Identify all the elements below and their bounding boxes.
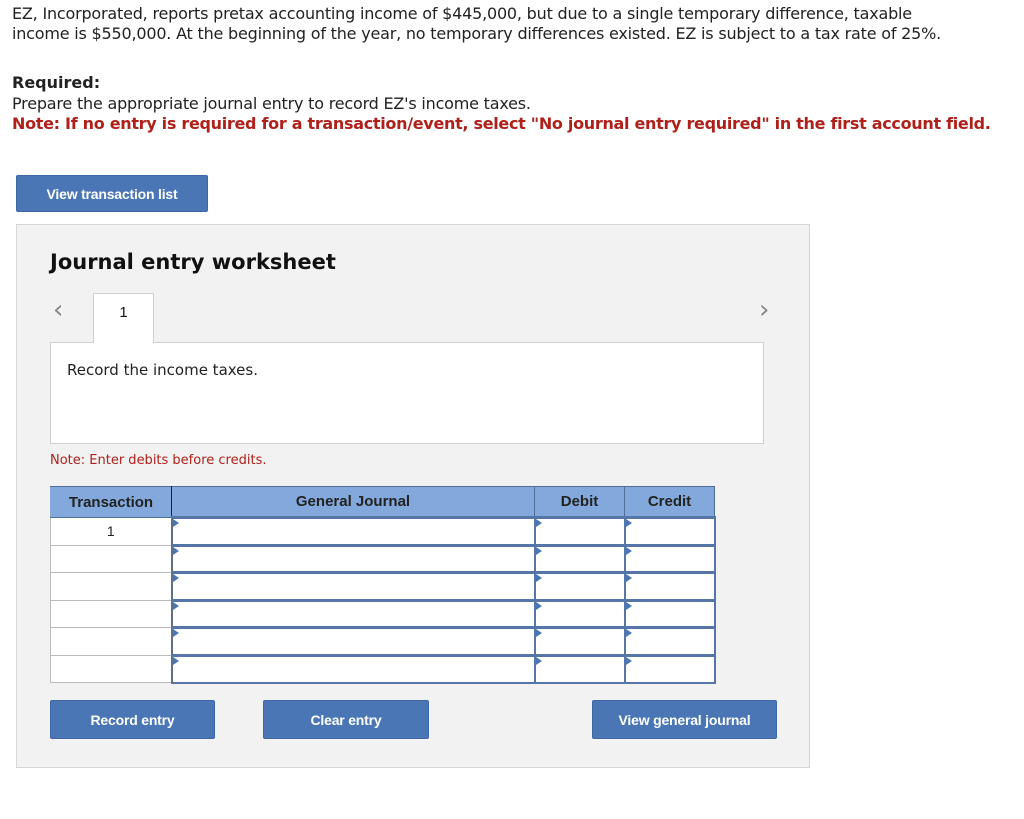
journal-header-row: Transaction General Journal Debit Credit [50, 486, 715, 518]
credit-field-cell [623, 626, 716, 656]
header-credit: Credit [624, 486, 715, 518]
dropdown-marker-icon [172, 656, 179, 665]
debit-field[interactable] [536, 547, 624, 572]
required-text: Prepare the appropriate journal entry to… [12, 94, 531, 113]
account-field-cell [170, 626, 536, 656]
account-field[interactable] [173, 657, 534, 682]
transaction-cell [50, 545, 173, 573]
account-field[interactable] [173, 547, 534, 572]
problem-line-2: income is $550,000. At the beginning of … [12, 24, 942, 43]
transaction-cell [50, 572, 173, 601]
credit-field-cell [623, 543, 716, 574]
debit-field-cell [533, 626, 626, 656]
debit-field[interactable] [536, 574, 624, 599]
record-entry-button[interactable]: Record entry [50, 700, 215, 739]
required-label: Required: [12, 73, 101, 92]
header-general-journal: General Journal [171, 486, 535, 518]
debit-field-cell [533, 653, 626, 684]
entry-description-box: Record the income taxes. [50, 342, 764, 444]
credit-field[interactable] [626, 629, 714, 654]
table-row [50, 571, 716, 601]
dropdown-marker-icon [535, 629, 542, 637]
dropdown-marker-icon [172, 519, 179, 527]
journal-entry-worksheet: Journal entry worksheet ‹ 1 › Record the… [16, 224, 810, 768]
account-field[interactable] [173, 629, 534, 654]
debit-field[interactable] [536, 629, 624, 654]
problem-statement: EZ, Incorporated, reports pretax account… [12, 4, 1012, 44]
transaction-cell: 1 [50, 517, 173, 546]
dropdown-marker-icon [172, 629, 179, 637]
account-field[interactable] [173, 519, 534, 544]
credit-field-cell [623, 571, 716, 601]
account-field-cell [170, 653, 536, 684]
entry-description: Record the income taxes. [67, 361, 258, 379]
table-row [50, 543, 716, 574]
dropdown-marker-icon [625, 601, 632, 610]
debit-field[interactable] [536, 519, 624, 544]
header-debit: Debit [534, 486, 625, 518]
table-row: 1 [50, 516, 716, 546]
chevron-right-icon[interactable]: › [759, 297, 769, 323]
credit-field[interactable] [626, 602, 714, 627]
worksheet-title: Journal entry worksheet [50, 250, 336, 274]
dropdown-marker-icon [535, 519, 542, 527]
dropdown-marker-icon [535, 601, 542, 610]
credit-field[interactable] [626, 657, 714, 682]
transaction-cell [50, 627, 173, 656]
credit-field[interactable] [626, 574, 714, 599]
chevron-left-icon[interactable]: ‹ [53, 297, 63, 323]
debit-field-cell [533, 516, 626, 546]
dropdown-marker-icon [625, 546, 632, 555]
dropdown-marker-icon [535, 546, 542, 555]
account-field-cell [170, 516, 536, 546]
debit-field[interactable] [536, 602, 624, 627]
dropdown-marker-icon [625, 519, 632, 527]
debit-field-cell [533, 571, 626, 601]
table-row [50, 598, 716, 629]
account-field[interactable] [173, 574, 534, 599]
table-row [50, 653, 716, 684]
required-note: Note: If no entry is required for a tran… [12, 114, 991, 133]
dropdown-marker-icon [172, 546, 179, 555]
credit-field[interactable] [626, 547, 714, 572]
view-transaction-list-button[interactable]: View transaction list [16, 175, 208, 212]
view-general-journal-button[interactable]: View general journal [592, 700, 777, 739]
debit-field[interactable] [536, 657, 624, 682]
debits-note: Note: Enter debits before credits. [50, 453, 267, 468]
table-row [50, 626, 716, 656]
dropdown-marker-icon [625, 574, 632, 582]
dropdown-marker-icon [625, 629, 632, 637]
problem-line-1: EZ, Incorporated, reports pretax account… [12, 4, 912, 23]
dropdown-marker-icon [625, 656, 632, 665]
credit-field-cell [623, 516, 716, 546]
transaction-cell [50, 600, 173, 628]
account-field-cell [170, 543, 536, 574]
debit-field-cell [533, 543, 626, 574]
clear-entry-button[interactable]: Clear entry [263, 700, 429, 739]
tab-entry-1[interactable]: 1 [93, 293, 154, 343]
credit-field-cell [623, 598, 716, 629]
credit-field[interactable] [626, 519, 714, 544]
account-field-cell [170, 598, 536, 629]
dropdown-marker-icon [172, 574, 179, 582]
dropdown-marker-icon [172, 601, 179, 610]
journal-table: Transaction General Journal Debit Credit… [50, 486, 716, 684]
header-transaction: Transaction [50, 486, 172, 518]
dropdown-marker-icon [535, 574, 542, 582]
debit-field-cell [533, 598, 626, 629]
credit-field-cell [623, 653, 716, 684]
dropdown-marker-icon [535, 656, 542, 665]
account-field[interactable] [173, 602, 534, 627]
transaction-cell [50, 655, 173, 683]
account-field-cell [170, 571, 536, 601]
